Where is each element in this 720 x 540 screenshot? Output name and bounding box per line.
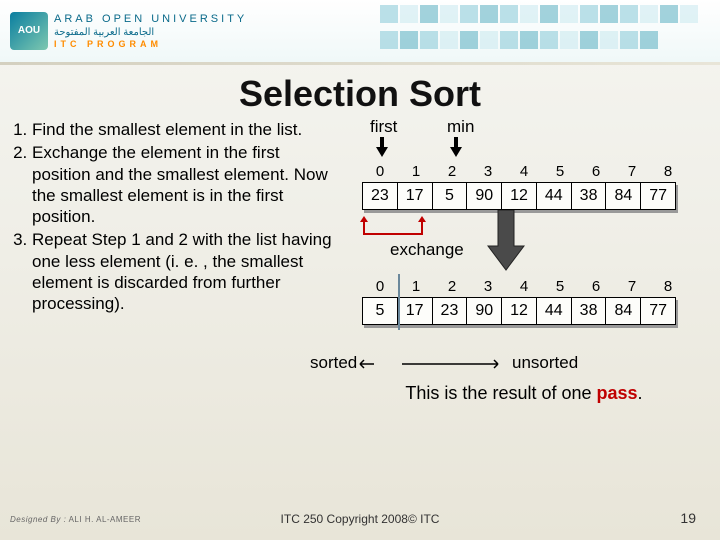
index-cell: 2 bbox=[434, 163, 470, 182]
slide-number: 19 bbox=[680, 510, 696, 526]
value-cell: 23 bbox=[363, 183, 398, 209]
arrow-left-icon bbox=[356, 359, 374, 369]
index-cell: 0 bbox=[362, 163, 398, 182]
pass-suffix: . bbox=[638, 383, 643, 403]
value-cell: 5 bbox=[433, 183, 468, 209]
pointer-arrows bbox=[342, 137, 706, 163]
exchange-block: exchange bbox=[342, 214, 706, 272]
footer: ITC 250 Copyright 2008© ITC 19 Designed … bbox=[0, 512, 720, 526]
index-cell: 7 bbox=[614, 278, 650, 297]
value-cell: 90 bbox=[467, 298, 502, 324]
min-label: min bbox=[447, 117, 474, 137]
index-cell: 4 bbox=[506, 163, 542, 182]
index-cell: 1 bbox=[398, 278, 434, 297]
big-arrow-down-icon bbox=[486, 210, 526, 272]
header-decoration bbox=[380, 5, 700, 55]
value-cell: 77 bbox=[641, 298, 675, 324]
index-cell: 3 bbox=[470, 163, 506, 182]
step-3: Repeat Step 1 and 2 with the list having… bbox=[32, 229, 334, 314]
slide-title: Selection Sort bbox=[0, 73, 720, 115]
index-cell: 0 bbox=[362, 278, 398, 297]
designed-label: Designed By : bbox=[10, 515, 66, 524]
index-cell: 8 bbox=[650, 163, 686, 182]
unsorted-label: unsorted bbox=[512, 353, 578, 373]
arrow-right-icon bbox=[402, 359, 502, 369]
index-row-after: 0 1 2 3 4 5 6 7 8 bbox=[362, 278, 706, 297]
step-2: Exchange the element in the first positi… bbox=[32, 142, 334, 227]
value-cell: 90 bbox=[467, 183, 502, 209]
value-cell: 12 bbox=[502, 298, 537, 324]
diagram: first min 0 1 2 3 4 5 6 7 8 23 17 5 90 bbox=[342, 119, 706, 404]
steps: Find the smallest element in the list. E… bbox=[4, 119, 334, 404]
index-cell: 1 bbox=[398, 163, 434, 182]
designed-by: Designed By : ALI H. AL-AMEER bbox=[10, 515, 141, 524]
index-row-before: 0 1 2 3 4 5 6 7 8 bbox=[362, 163, 706, 182]
header: AOU ARAB OPEN UNIVERSITY الجامعة العربية… bbox=[0, 0, 720, 62]
value-cell: 44 bbox=[537, 183, 572, 209]
university-name-ar: الجامعة العربية المفتوحة bbox=[54, 26, 247, 39]
second-array: 0 1 2 3 4 5 6 7 8 5 17 23 90 12 44 38 84… bbox=[342, 278, 706, 325]
values-row-after: 5 17 23 90 12 44 38 84 77 bbox=[362, 297, 676, 325]
sorted-label: sorted bbox=[310, 353, 357, 373]
arrow-down-icon bbox=[450, 137, 462, 159]
designer-name: ALI H. AL-AMEER bbox=[69, 515, 141, 524]
content: Find the smallest element in the list. E… bbox=[0, 119, 720, 404]
steps-list: Find the smallest element in the list. E… bbox=[4, 119, 334, 314]
index-cell: 5 bbox=[542, 278, 578, 297]
index-cell: 5 bbox=[542, 163, 578, 182]
index-cell: 4 bbox=[506, 278, 542, 297]
program-name: ITC PROGRAM bbox=[54, 39, 247, 51]
value-cell: 44 bbox=[537, 298, 572, 324]
sorted-unsorted-labels: sorted unsorted bbox=[342, 353, 706, 375]
values-row-before: 23 17 5 90 12 44 38 84 77 bbox=[362, 182, 676, 210]
index-cell: 3 bbox=[470, 278, 506, 297]
value-cell: 12 bbox=[502, 183, 537, 209]
index-cell: 8 bbox=[650, 278, 686, 297]
university-text: ARAB OPEN UNIVERSITY الجامعة العربية الم… bbox=[54, 12, 247, 51]
first-label: first bbox=[370, 117, 397, 137]
pointer-labels: first min bbox=[342, 119, 706, 137]
header-divider bbox=[0, 62, 720, 65]
index-cell: 7 bbox=[614, 163, 650, 182]
pass-word: pass bbox=[597, 383, 638, 403]
arrow-down-icon bbox=[376, 137, 388, 159]
index-cell: 6 bbox=[578, 163, 614, 182]
index-cell: 2 bbox=[434, 278, 470, 297]
pass-result-text: This is the result of one pass. bbox=[342, 383, 706, 404]
value-cell: 38 bbox=[572, 183, 607, 209]
logo-mark: AOU bbox=[10, 12, 48, 50]
pass-prefix: This is the result of one bbox=[405, 383, 596, 403]
exchange-label: exchange bbox=[390, 240, 464, 260]
value-cell: 77 bbox=[641, 183, 675, 209]
sorted-divider bbox=[398, 274, 400, 330]
value-cell: 84 bbox=[606, 298, 641, 324]
value-cell: 84 bbox=[606, 183, 641, 209]
step-1: Find the smallest element in the list. bbox=[32, 119, 334, 140]
value-cell: 23 bbox=[433, 298, 468, 324]
logo-block: AOU ARAB OPEN UNIVERSITY الجامعة العربية… bbox=[10, 12, 247, 51]
value-cell: 38 bbox=[572, 298, 607, 324]
index-cell: 6 bbox=[578, 278, 614, 297]
university-name-en: ARAB OPEN UNIVERSITY bbox=[54, 12, 247, 26]
value-cell: 17 bbox=[398, 183, 433, 209]
value-cell: 5 bbox=[363, 298, 398, 324]
value-cell: 17 bbox=[398, 298, 433, 324]
